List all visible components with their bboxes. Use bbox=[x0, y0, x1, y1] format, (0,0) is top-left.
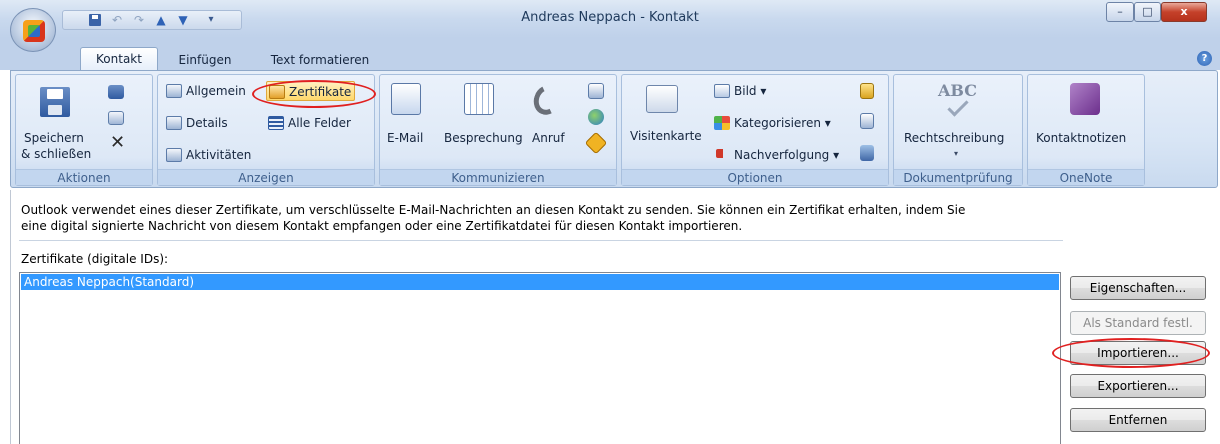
save-floppy-inner bbox=[47, 89, 63, 99]
forward-contact-icon[interactable] bbox=[108, 109, 134, 129]
info-line-2: eine digital signierte Nachricht von die… bbox=[21, 219, 743, 233]
details-label: Details bbox=[186, 116, 228, 130]
tab-einfuegen[interactable]: Einfügen bbox=[168, 50, 242, 70]
meeting-calendar-icon bbox=[464, 83, 494, 115]
address-book-icon[interactable] bbox=[860, 113, 874, 129]
import-button[interactable]: Importieren... bbox=[1070, 341, 1206, 365]
phone-icon bbox=[529, 81, 565, 119]
certificate-icon bbox=[269, 85, 285, 99]
info-text: Outlook verwendet eines dieser Zertifika… bbox=[21, 202, 1061, 234]
delete-icon: ✕ bbox=[110, 132, 126, 153]
group-aktionen: Speichern & schließen ✕ Aktionen bbox=[15, 74, 153, 186]
floppy-icon bbox=[108, 85, 124, 99]
office-button[interactable] bbox=[10, 8, 56, 52]
ribbon-tabs: Kontakt Einfügen Text formatieren ? bbox=[0, 38, 1220, 71]
kontaktnotizen-label: Kontaktnotizen bbox=[1036, 131, 1127, 145]
group-label-onenote: OneNote bbox=[1028, 169, 1144, 185]
bild-label: Bild ▾ bbox=[734, 84, 767, 98]
allgemein-label: Allgemein bbox=[186, 84, 246, 98]
group-optionen: Visitenkarte Bild ▾ Kategorisieren ▾ Nac… bbox=[621, 74, 889, 186]
kategorisieren-button[interactable]: Kategorisieren ▾ bbox=[712, 113, 831, 133]
picture-icon bbox=[714, 84, 730, 98]
email-icon bbox=[391, 83, 421, 115]
remove-button[interactable]: Entfernen bbox=[1070, 408, 1206, 432]
set-default-button[interactable]: Als Standard festl. bbox=[1070, 311, 1206, 335]
help-icon[interactable]: ? bbox=[1197, 51, 1212, 66]
card-icon bbox=[108, 111, 124, 125]
anruf-button[interactable]: Anruf bbox=[528, 77, 572, 163]
details-button[interactable]: Details bbox=[164, 113, 228, 133]
title-bar: ↶ ↷ ▲ ▼ ▾ Andreas Neppach - Kontakt – □ … bbox=[0, 0, 1220, 38]
group-label-aktionen: Aktionen bbox=[16, 169, 152, 185]
certificates-list[interactable]: Andreas Neppach(Standard) bbox=[19, 272, 1061, 444]
save-close-label-2: & schließen bbox=[21, 147, 92, 161]
save-dropdown-icon[interactable] bbox=[108, 83, 134, 103]
office-logo-icon bbox=[23, 20, 45, 42]
tab-kontakt[interactable]: Kontakt bbox=[80, 47, 158, 71]
check-names-icon[interactable] bbox=[860, 145, 874, 161]
zertifikate-label: Zertifikate bbox=[289, 85, 352, 99]
bild-button[interactable]: Bild ▾ bbox=[712, 81, 766, 101]
spelling-abc-icon: ABC bbox=[938, 81, 977, 100]
alle-felder-label: Alle Felder bbox=[288, 116, 351, 130]
assign-task-icon[interactable] bbox=[588, 83, 604, 99]
onenote-icon bbox=[1070, 83, 1100, 115]
group-label-anzeigen: Anzeigen bbox=[158, 169, 374, 185]
info-line-1: Outlook verwendet eines dieser Zertifika… bbox=[21, 203, 966, 217]
zertifikate-button[interactable]: Zertifikate bbox=[266, 81, 356, 101]
alle-felder-button[interactable]: Alle Felder bbox=[266, 113, 351, 133]
details-icon bbox=[166, 116, 182, 130]
save-close-button[interactable]: Speichern & schließen bbox=[18, 77, 96, 163]
divider bbox=[19, 240, 1063, 241]
follow-up-flag-icon bbox=[716, 149, 728, 158]
categorize-icon bbox=[714, 116, 730, 130]
properties-button[interactable]: Eigenschaften... bbox=[1070, 276, 1206, 300]
certificates-page: Outlook verwendet eines dieser Zertifika… bbox=[10, 190, 1220, 444]
tab-text-formatieren[interactable]: Text formatieren bbox=[260, 50, 380, 70]
delete-button[interactable]: ✕ bbox=[110, 133, 128, 153]
aktivitaeten-button[interactable]: Aktivitäten bbox=[164, 145, 251, 165]
kategorisieren-label: Kategorisieren ▾ bbox=[734, 116, 831, 130]
ribbon: Speichern & schließen ✕ Aktionen Allgeme… bbox=[10, 70, 1218, 188]
visitenkarte-label: Visitenkarte bbox=[630, 129, 702, 143]
group-anzeigen: Allgemein Zertifikate Details Alle Felde… bbox=[157, 74, 375, 186]
anruf-label: Anruf bbox=[532, 131, 565, 145]
email-label: E-Mail bbox=[387, 131, 424, 145]
visitenkarte-button[interactable]: Visitenkarte bbox=[624, 77, 704, 163]
group-onenote: Kontaktnotizen OneNote bbox=[1027, 74, 1145, 186]
map-icon[interactable] bbox=[584, 131, 608, 155]
web-page-icon[interactable] bbox=[588, 109, 604, 125]
maximize-button[interactable]: □ bbox=[1134, 2, 1161, 22]
close-button[interactable]: x bbox=[1161, 2, 1207, 22]
certificates-list-label: Zertifikate (digitale IDs): bbox=[21, 252, 169, 266]
rechtschreibung-button[interactable]: ABC Rechtschreibung ▾ bbox=[896, 77, 1020, 167]
besprechung-button[interactable]: Besprechung bbox=[440, 77, 524, 163]
kontaktnotizen-button[interactable]: Kontaktnotizen bbox=[1030, 77, 1142, 167]
save-close-label-1: Speichern bbox=[24, 131, 84, 145]
list-item[interactable]: Andreas Neppach(Standard) bbox=[21, 274, 1059, 290]
save-floppy-shutter bbox=[48, 105, 62, 115]
group-label-kommunizieren: Kommunizieren bbox=[380, 169, 616, 185]
group-label-dokumentpruefung: Dokumentprüfung bbox=[894, 169, 1022, 185]
group-kommunizieren: E-Mail Besprechung Anruf Kommunizieren bbox=[379, 74, 617, 186]
general-view-icon bbox=[166, 84, 182, 98]
all-fields-icon bbox=[268, 116, 284, 130]
allgemein-button[interactable]: Allgemein bbox=[164, 81, 246, 101]
private-lock-icon[interactable] bbox=[860, 83, 874, 99]
group-dokumentpruefung: ABC Rechtschreibung ▾ Dokumentprüfung bbox=[893, 74, 1023, 186]
window-title: Andreas Neppach - Kontakt bbox=[521, 10, 699, 25]
export-button[interactable]: Exportieren... bbox=[1070, 374, 1206, 398]
minimize-button[interactable]: – bbox=[1106, 2, 1134, 22]
group-label-optionen: Optionen bbox=[622, 169, 888, 185]
aktivitaeten-label: Aktivitäten bbox=[186, 148, 252, 162]
besprechung-label: Besprechung bbox=[444, 131, 523, 145]
nachverfolgung-label: Nachverfolgung ▾ bbox=[734, 148, 840, 162]
chevron-down-icon: ▾ bbox=[954, 149, 959, 158]
email-button[interactable]: E-Mail bbox=[382, 77, 436, 163]
business-card-icon bbox=[646, 85, 678, 113]
rechtschreibung-label: Rechtschreibung bbox=[904, 131, 1005, 145]
activities-icon bbox=[166, 148, 182, 162]
nachverfolgung-button[interactable]: Nachverfolgung ▾ bbox=[712, 145, 839, 165]
